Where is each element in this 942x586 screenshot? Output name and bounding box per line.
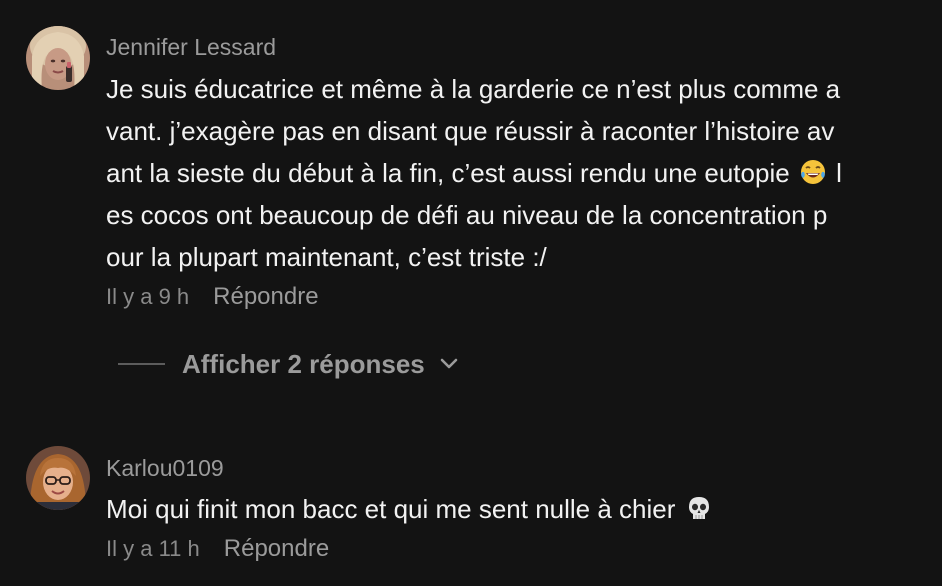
comment-username[interactable]: Jennifer Lessard (106, 34, 276, 61)
chevron-down-icon (440, 358, 458, 369)
comment-text: Je suis éducatrice et même à la garderie… (106, 68, 926, 278)
comment-timestamp: Il y a 11 h (106, 536, 200, 561)
avatar-photo-icon (26, 446, 90, 510)
comment-text-line: es cocos ont beaucoup de défi au niveau … (106, 200, 828, 230)
comment-text-line: vant. j’exagère pas en disant que réussi… (106, 116, 835, 146)
divider (118, 363, 165, 365)
comment-timestamp: Il y a 9 h (106, 284, 190, 309)
comment-meta: Il y a 11 h Répondre (106, 535, 329, 563)
comment-text-line: ant la sieste du début à la fin, c’est a… (106, 152, 926, 194)
tears-of-joy-emoji-icon (800, 160, 825, 184)
avatar[interactable] (26, 26, 90, 90)
reply-button[interactable]: Répondre (224, 535, 329, 563)
comment-text-line: our la plupart maintenant, c’est triste … (106, 242, 547, 272)
comment-text: Moi qui finit mon bacc et qui me sent nu… (106, 488, 926, 530)
comment-text-segment: Moi qui finit mon bacc et qui me sent nu… (106, 494, 676, 524)
reply-button[interactable]: Répondre (213, 283, 318, 311)
comment-text-line: Je suis éducatrice et même à la garderie… (106, 74, 841, 104)
view-replies-button[interactable]: Afficher 2 réponses (118, 344, 459, 384)
comment-text-segment: ant la sieste du début à la fin, c’est a… (106, 158, 790, 188)
comment-username[interactable]: Karlou0109 (106, 455, 224, 482)
comment-meta: Il y a 9 h Répondre (106, 283, 319, 311)
skull-emoji-icon (688, 497, 709, 519)
comment-text-segment: l (836, 158, 842, 188)
comment-text-line: Moi qui finit mon bacc et qui me sent nu… (106, 488, 926, 530)
view-replies-label: Afficher 2 réponses (182, 348, 425, 379)
comments-panel: Jennifer Lessard Je suis éducatrice et m… (0, 0, 942, 586)
avatar-photo-icon (26, 26, 90, 90)
avatar[interactable] (26, 446, 90, 510)
